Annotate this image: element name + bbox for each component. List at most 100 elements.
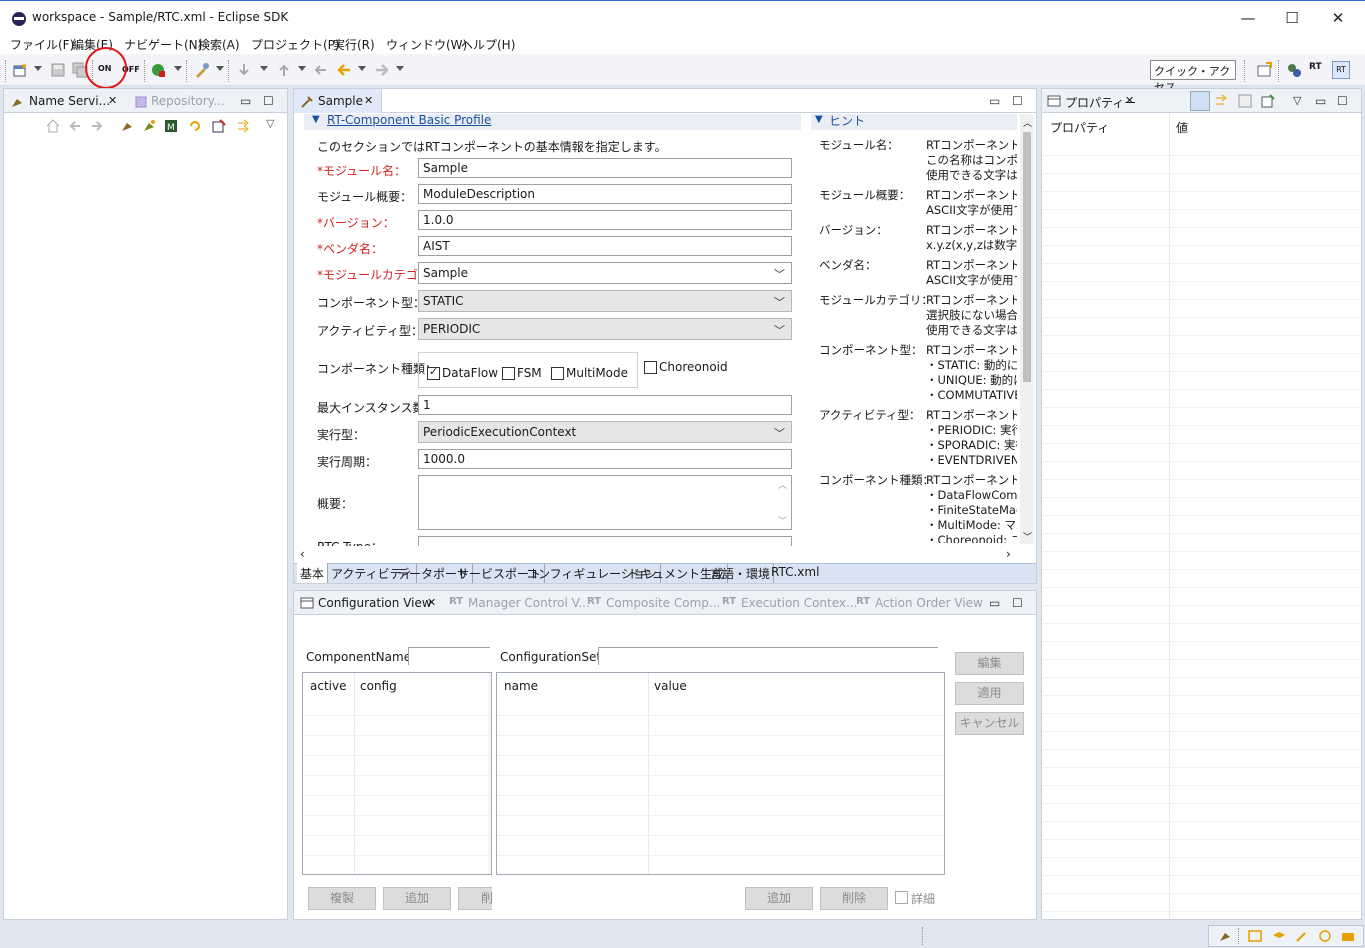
minimize-button[interactable]: — — [1236, 9, 1260, 29]
back-icon[interactable] — [336, 62, 352, 78]
dataflow-checkbox[interactable]: ✓ — [427, 365, 440, 380]
quick-access-field[interactable]: クイック・アクセス — [1150, 60, 1236, 94]
forward-dropdown-icon[interactable] — [396, 66, 404, 71]
menu-help[interactable]: ヘルプ(H) — [461, 36, 515, 53]
tab-action-order[interactable]: Action Order View — [875, 596, 983, 610]
java-perspective-icon[interactable] — [1286, 62, 1302, 78]
tab-sample[interactable]: Sample — [318, 94, 363, 108]
minimize-panel-icon[interactable]: ▭ — [989, 596, 1000, 610]
rt-perspective-icon[interactable]: RT — [1309, 62, 1325, 78]
add-context-icon[interactable] — [142, 119, 156, 133]
tab-language-env[interactable]: 言語・環境 — [707, 563, 775, 583]
overview-textarea[interactable]: ︿ ﹀ — [418, 475, 792, 530]
delete-config-set-button[interactable]: 削 — [458, 887, 492, 910]
apply-button[interactable]: 適用 — [955, 682, 1024, 705]
module-name-input[interactable]: Sample — [418, 158, 792, 178]
tab-configuration-view[interactable]: Configuration View — [318, 596, 432, 610]
scroll-right-icon[interactable]: › — [1006, 547, 1011, 561]
menu-project[interactable]: プロジェクト(P) — [251, 36, 340, 53]
choreonoid-checkbox[interactable] — [644, 361, 657, 374]
menu-search[interactable]: 検索(A) — [198, 36, 240, 53]
minimize-panel-icon[interactable]: ▭ — [240, 94, 251, 108]
refresh-icon[interactable] — [188, 119, 202, 133]
book-icon[interactable] — [1248, 929, 1262, 943]
menu-run[interactable]: 実行(R) — [333, 36, 375, 53]
close-tab-icon[interactable]: ✕ — [1125, 94, 1134, 107]
copy-button[interactable]: 複製 — [308, 887, 376, 910]
tab-manager-control[interactable]: Manager Control V... — [468, 596, 590, 610]
link-with-editor-icon[interactable] — [236, 119, 250, 133]
module-desc-input[interactable]: ModuleDescription — [418, 184, 792, 204]
back-dropdown-icon[interactable] — [358, 66, 366, 71]
rt-system-editor-icon[interactable]: RT — [1332, 61, 1350, 79]
next-annotation-icon[interactable] — [236, 62, 252, 78]
tab-rtc-xml[interactable]: RTC.xml — [768, 563, 822, 583]
debug-dropdown-icon[interactable] — [174, 66, 182, 71]
external-tools-icon[interactable] — [194, 62, 210, 78]
menu-navigate[interactable]: ナビゲート(N) — [124, 36, 202, 53]
previous-annotation-dropdown-icon[interactable] — [298, 66, 306, 71]
tab-name-service[interactable]: Name Servi... — [29, 94, 110, 108]
scroll-down-icon[interactable]: ﹀ — [1023, 530, 1032, 543]
add-param-button[interactable]: 追加 — [745, 887, 813, 910]
new-icon[interactable] — [12, 62, 28, 78]
maximize-panel-icon[interactable]: ☐ — [1012, 596, 1023, 610]
open-perspective-icon[interactable] — [1256, 62, 1272, 78]
detail-checkbox[interactable] — [895, 891, 908, 904]
menu-file[interactable]: ファイル(F) — [10, 36, 74, 53]
scroll-up-icon[interactable]: ︿ — [1023, 116, 1032, 129]
delete-param-button[interactable]: 削除 — [820, 887, 888, 910]
vendor-input[interactable]: AIST — [418, 236, 792, 256]
name-service-icon[interactable] — [1218, 929, 1232, 943]
tab-execution-context[interactable]: Execution Contex... — [741, 596, 857, 610]
minimize-editor-icon[interactable]: ▭ — [989, 94, 1000, 108]
maximize-button[interactable]: ☐ — [1280, 9, 1304, 29]
home-icon[interactable] — [46, 119, 60, 133]
component-name-field[interactable] — [408, 647, 490, 665]
scrollbar-thumb[interactable] — [1023, 132, 1031, 382]
close-button[interactable]: ✕ — [1326, 9, 1350, 29]
minimize-panel-icon[interactable]: ▭ — [1315, 94, 1326, 108]
section-expand-icon[interactable]: ▼ — [312, 114, 320, 125]
activity-type-combo[interactable]: PERIODIC ﹀ — [418, 318, 792, 340]
unregister-icon[interactable] — [212, 119, 226, 133]
tutorial-icon[interactable] — [1272, 929, 1286, 943]
categories-toggle-icon[interactable] — [1190, 91, 1210, 111]
help-icon[interactable] — [1318, 929, 1332, 943]
tab-repository[interactable]: Repository... — [151, 94, 225, 108]
version-input[interactable]: 1.0.0 — [418, 210, 792, 230]
multimode-checkbox[interactable] — [551, 367, 564, 380]
previous-annotation-icon[interactable] — [276, 62, 292, 78]
exec-rate-input[interactable]: 1000.0 — [418, 449, 792, 469]
fsm-checkbox[interactable] — [502, 367, 515, 380]
max-instances-input[interactable]: 1 — [418, 395, 792, 415]
forward-icon[interactable] — [374, 62, 390, 78]
manager-icon[interactable]: M — [164, 119, 178, 133]
menu-window[interactable]: ウィンドウ(W) — [386, 36, 467, 53]
forward-icon[interactable] — [90, 119, 104, 133]
comp-type-combo[interactable]: STATIC ﹀ — [418, 290, 792, 312]
pin-icon[interactable] — [1261, 94, 1275, 108]
filter-advanced-icon[interactable] — [1214, 94, 1228, 108]
close-tab-icon[interactable]: ✕ — [108, 94, 117, 107]
scroll-down-icon[interactable]: ﹀ — [778, 514, 787, 527]
category-combo[interactable]: Sample ﹀ — [418, 262, 792, 284]
debug-icon[interactable] — [150, 62, 166, 78]
maximize-panel-icon[interactable]: ☐ — [1337, 94, 1348, 108]
edit-button[interactable]: 編集 — [955, 652, 1024, 675]
exec-type-combo[interactable]: PeriodicExecutionContext ﹀ — [418, 421, 792, 443]
maximize-editor-icon[interactable]: ☐ — [1012, 94, 1023, 108]
close-tab-icon[interactable]: ✕ — [427, 596, 436, 609]
rtc-type-input[interactable] — [418, 536, 792, 546]
view-menu-icon[interactable]: ▽ — [266, 117, 274, 130]
next-annotation-dropdown-icon[interactable] — [260, 66, 268, 71]
tab-basic[interactable]: 基本 — [297, 563, 329, 583]
hint-expand-icon[interactable]: ▼ — [815, 114, 823, 125]
add-config-set-button[interactable]: 追加 — [383, 887, 451, 910]
vertical-scrollbar[interactable]: ︿ ﹀ — [1020, 114, 1034, 544]
briefcase-icon[interactable] — [1341, 929, 1355, 943]
scroll-left-icon[interactable]: ‹ — [300, 547, 305, 561]
last-edit-location-icon[interactable] — [312, 62, 328, 78]
tab-composite-component[interactable]: Composite Comp... — [606, 596, 720, 610]
restore-default-icon[interactable] — [1238, 94, 1252, 108]
